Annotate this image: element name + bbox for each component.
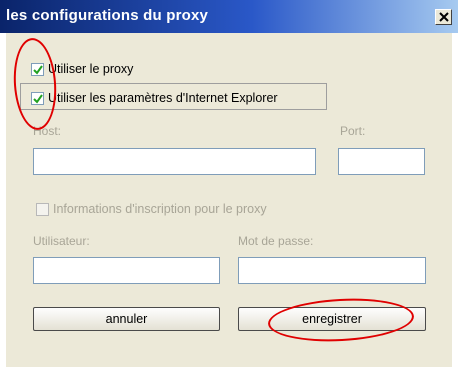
close-button[interactable] [435, 9, 452, 25]
port-label: Port: [340, 124, 366, 138]
proxy-settings-window: les configurations du proxy Utiliser le … [0, 0, 458, 367]
host-input[interactable] [33, 148, 316, 175]
close-icon [439, 12, 449, 22]
proxy-credentials-option[interactable]: Informations d'inscription pour le proxy [36, 202, 267, 216]
use-ie-settings-label: Utiliser les paramètres d'Internet Explo… [48, 91, 278, 105]
use-proxy-label: Utiliser le proxy [48, 62, 134, 76]
user-input[interactable] [33, 257, 220, 284]
cancel-button[interactable]: annuler [33, 307, 220, 331]
user-label: Utilisateur: [33, 234, 90, 248]
proxy-credentials-label: Informations d'inscription pour le proxy [53, 202, 267, 216]
use-ie-settings-option[interactable]: Utiliser les paramètres d'Internet Explo… [31, 91, 278, 105]
window-title: les configurations du proxy [6, 7, 209, 24]
password-input[interactable] [238, 257, 426, 284]
password-label: Mot de passe: [238, 234, 314, 248]
port-input[interactable] [338, 148, 425, 175]
proxy-credentials-checkbox[interactable] [36, 202, 49, 216]
title-bar[interactable]: les configurations du proxy [0, 0, 458, 33]
